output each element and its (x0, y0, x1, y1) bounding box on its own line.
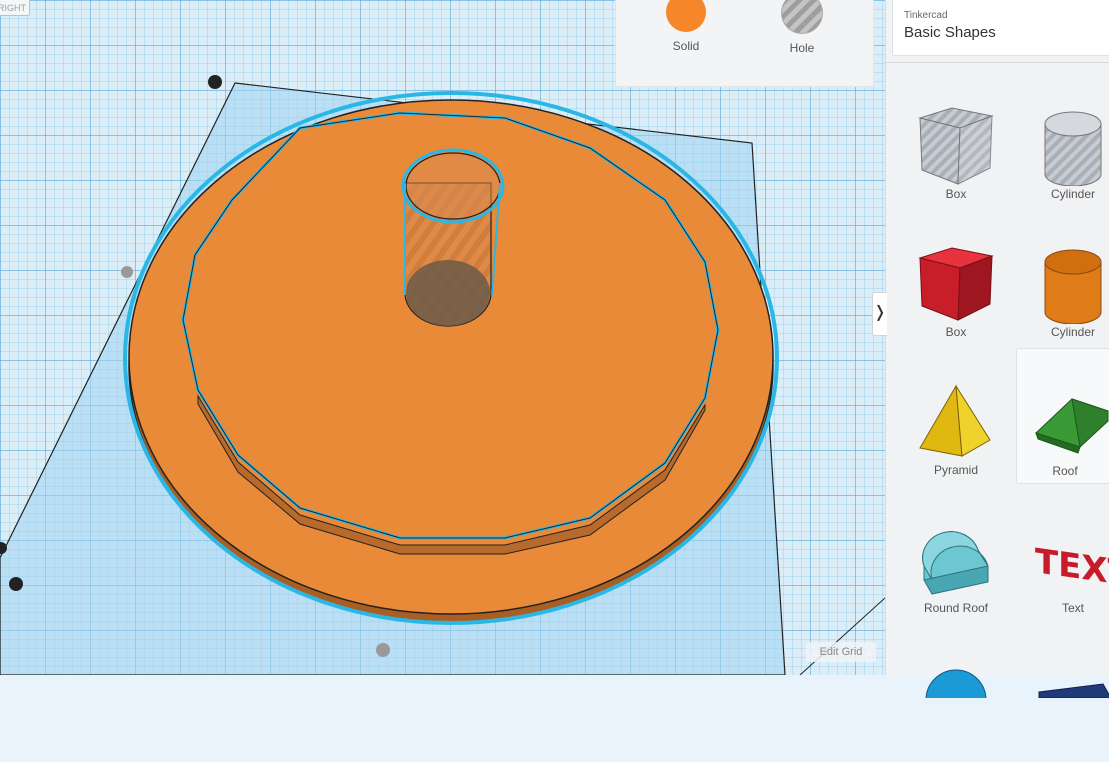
shape-label: Cylinder (1050, 187, 1095, 201)
shape-label: Box (945, 187, 967, 201)
shape-label: Box (945, 325, 967, 339)
svg-text:TEXT: TEXT (1035, 541, 1109, 594)
cylinder-solid-icon (1044, 249, 1102, 324)
chevron-right-icon: ❭ (873, 304, 887, 321)
shape-partial[interactable] (1018, 628, 1109, 762)
shape-label: Roof (1052, 464, 1078, 478)
shape-library-panel: Tinkercad Basic Shapes Box Cylinder Box (885, 0, 1109, 698)
shape-box-solid[interactable]: Box (901, 214, 1011, 348)
shape-roof[interactable]: Roof (1016, 348, 1109, 484)
divider (886, 62, 1109, 63)
sphere-icon (925, 669, 987, 698)
workplane-frame-right (799, 597, 885, 675)
shape-sphere[interactable] (901, 628, 1011, 762)
shape-label: Round Roof (923, 601, 989, 615)
text-shape-icon: TEXT (1035, 541, 1109, 594)
cylinder-hole-object[interactable] (401, 148, 505, 327)
box-solid-icon (918, 247, 994, 321)
side-handle[interactable] (121, 266, 133, 278)
edit-grid-button[interactable]: Edit Grid (806, 642, 876, 662)
shape-label: Pyramid (933, 463, 978, 477)
box-hole-icon (918, 107, 994, 185)
library-category: Basic Shapes (904, 24, 996, 41)
shape-pyramid[interactable]: Pyramid (901, 352, 1011, 486)
shape-label: Cylinder (1050, 325, 1095, 339)
solid-label: Solid (672, 39, 700, 53)
hole-swatch-icon[interactable] (781, 0, 823, 34)
workplane-viewport[interactable]: RIGHT (0, 0, 885, 675)
side-handle[interactable] (376, 643, 390, 657)
shape-text[interactable]: TEXT Text (1018, 490, 1109, 624)
cylinder-hole-icon (1044, 111, 1102, 186)
solid-swatch-icon[interactable] (666, 0, 706, 32)
solid-mode-option[interactable]: Solid (646, 0, 726, 53)
shape-cylinder-solid[interactable]: Cylinder (1018, 214, 1109, 348)
shape-cylinder-hole[interactable]: Cylinder (1018, 76, 1109, 210)
roof-icon (1035, 398, 1109, 454)
shape-box-hole[interactable]: Box (901, 76, 1011, 210)
shape-inspector-panel: Solid Hole (615, 0, 874, 87)
round-roof-icon (922, 531, 989, 595)
pyramid-icon (919, 384, 991, 457)
shape-round-roof[interactable]: Round Roof (901, 490, 1011, 624)
corner-handle[interactable] (208, 75, 222, 89)
shape-icon (1038, 683, 1109, 698)
panel-collapse-toggle[interactable]: ❭ (872, 292, 887, 336)
library-category-selector[interactable]: Tinkercad Basic Shapes (892, 0, 1109, 56)
shape-label: Text (1061, 601, 1084, 615)
corner-handle[interactable] (9, 577, 23, 591)
library-brand: Tinkercad (904, 10, 948, 21)
hole-mode-option[interactable]: Hole (762, 0, 842, 55)
hole-label: Hole (789, 41, 815, 55)
